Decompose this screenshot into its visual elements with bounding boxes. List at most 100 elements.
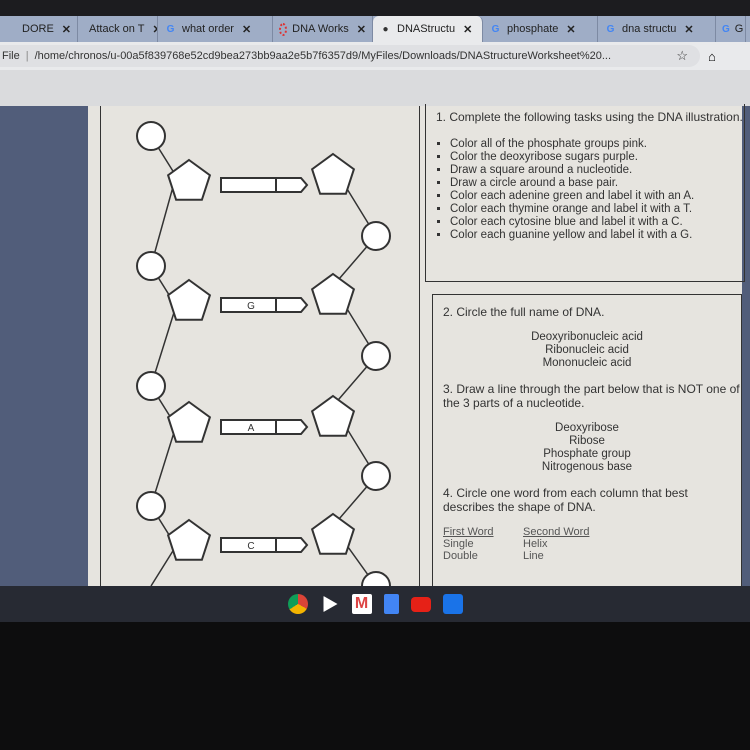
- word: Double: [443, 550, 478, 562]
- questions-box: 2. Circle the full name of DNA. Deoxyrib…: [432, 294, 742, 594]
- deoxyribose-pentagon: [166, 278, 212, 321]
- deoxyribose-pentagon: [310, 272, 356, 315]
- monitor-bezel: [0, 0, 750, 16]
- tab[interactable]: Gwhat order ✕: [158, 16, 273, 42]
- phosphate-circle: [136, 371, 166, 401]
- url-text: /home/chronos/u-00a5f839768e52cd9bea273b…: [34, 50, 612, 62]
- deoxyribose-pentagon: [310, 394, 356, 437]
- word: Single: [443, 538, 474, 550]
- q4-columns: First Word Single Double Second Word Hel…: [443, 526, 741, 562]
- chrome-icon[interactable]: [287, 594, 308, 614]
- google-icon: G: [722, 23, 730, 35]
- column-header: Second Word: [523, 526, 590, 538]
- base-label: G: [247, 301, 255, 312]
- scheme-label: File: [2, 50, 20, 62]
- base-connector: [275, 297, 309, 313]
- extension-icon[interactable]: ⌂: [708, 49, 716, 64]
- column-header: First Word: [443, 526, 494, 538]
- q3-title: 3. Draw a line through the part below th…: [443, 382, 740, 410]
- tab[interactable]: Gdna structu ✕: [598, 16, 716, 42]
- tab[interactable]: ● DNAStructu ✕: [373, 16, 483, 42]
- google-icon: G: [491, 23, 500, 35]
- phosphate-circle: [361, 461, 391, 491]
- task-item: Color the deoxyribose sugars purple.: [450, 151, 744, 164]
- task-list: Color all of the phosphate groups pink.C…: [450, 138, 744, 242]
- monitor-bezel: [0, 622, 750, 750]
- tab-title: G: [734, 23, 744, 35]
- tab[interactable]: DNA Works ✕: [273, 16, 373, 42]
- tab-title: dna structu: [622, 23, 677, 35]
- q2-options: Deoxyribonucleic acid Ribonucleic acid Mon…: [433, 331, 741, 370]
- q3-options: Deoxyribose Ribose Phosphate group Nitrogen…: [433, 422, 741, 474]
- tab-title: Attack on T: [89, 23, 145, 35]
- answer-option: Phosphate group: [543, 448, 631, 460]
- phosphate-circle: [361, 571, 391, 601]
- deoxyribose-pentagon: [310, 512, 356, 555]
- base-label: C: [247, 541, 254, 552]
- q1-title: 1. Complete the following tasks using th…: [436, 110, 743, 124]
- base-connector: [275, 177, 309, 193]
- second-word-column: Second Word Helix Line: [523, 526, 603, 562]
- close-tab-icon[interactable]: ✕: [566, 23, 575, 36]
- word: Line: [523, 550, 544, 562]
- phosphate-circle: [136, 251, 166, 281]
- answer-option: Deoxyribose: [555, 422, 619, 434]
- base-connector: [275, 537, 309, 553]
- play-store-icon[interactable]: [323, 596, 338, 612]
- tab-title: DNA Works: [292, 23, 349, 35]
- base-label: A: [248, 423, 255, 434]
- deoxyribose-pentagon: [166, 400, 212, 443]
- tab[interactable]: GG: [716, 16, 746, 42]
- answer-option: Ribose: [569, 435, 605, 447]
- close-tab-icon[interactable]: ✕: [242, 23, 251, 36]
- task-item: Color each guanine yellow and label it w…: [450, 229, 744, 242]
- task-item: Color each cytosine blue and label it wi…: [450, 216, 744, 229]
- tab-title: DNAStructu: [397, 23, 456, 35]
- answer-option: Nitrogenous base: [541, 461, 633, 473]
- deoxyribose-pentagon: [166, 158, 212, 201]
- os-shelf: M: [0, 586, 750, 622]
- youtube-icon[interactable]: [410, 596, 431, 612]
- files-icon[interactable]: [442, 594, 463, 614]
- worksheet-page: G A C 1. Complete the following tasks usin…: [88, 104, 745, 601]
- close-tab-icon[interactable]: ✕: [62, 23, 71, 36]
- tab[interactable]: DORE ✕: [0, 16, 78, 42]
- dna-diagram: G A C: [100, 106, 420, 601]
- toolbar: File | /home/chronos/u-00a5f839768e52cd9…: [0, 42, 750, 70]
- first-word-column: First Word Single Double: [443, 526, 523, 562]
- task-item: Color all of the phosphate groups pink.: [450, 138, 744, 151]
- deoxyribose-pentagon: [166, 518, 212, 561]
- base-rect: [220, 177, 277, 193]
- close-tab-icon[interactable]: ✕: [684, 23, 693, 36]
- answer-option: Mononucleic acid: [542, 357, 632, 369]
- tab-title: DORE: [22, 23, 54, 35]
- answer-option: Deoxyribonucleic acid: [531, 331, 643, 343]
- task-item: Draw a circle around a base pair.: [450, 177, 744, 190]
- gmail-icon[interactable]: M: [351, 594, 372, 614]
- task-item: Color each thymine orange and label it w…: [450, 203, 744, 216]
- question-1-box: 1. Complete the following tasks using th…: [425, 104, 745, 282]
- phosphate-circle: [136, 491, 166, 521]
- bookmark-star-icon[interactable]: ☆: [676, 48, 688, 64]
- answer-option: Ribonucleic acid: [545, 344, 629, 356]
- phosphate-circle: [361, 221, 391, 251]
- tab-title: phosphate: [507, 23, 559, 35]
- dna-illustration: G A C: [136, 121, 391, 601]
- task-item: Color each adenine green and label it wi…: [450, 190, 744, 203]
- deoxyribose-pentagon: [310, 152, 356, 195]
- loading-icon: [279, 22, 288, 36]
- close-tab-icon[interactable]: ✕: [357, 23, 366, 36]
- google-icon: G: [166, 23, 175, 35]
- q4-title: 4. Circle one word from each column that…: [443, 486, 688, 514]
- docs-icon[interactable]: [383, 594, 399, 614]
- tab[interactable]: Gphosphate ✕: [483, 16, 598, 42]
- q2-title: 2. Circle the full name of DNA.: [443, 305, 605, 319]
- pdf-viewer-margin: [0, 70, 750, 106]
- globe-icon: ●: [382, 23, 389, 35]
- separator: |: [25, 50, 29, 62]
- close-tab-icon[interactable]: ✕: [463, 23, 472, 36]
- viewer-background: [0, 106, 88, 586]
- address-bar[interactable]: File | /home/chronos/u-00a5f839768e52cd9…: [0, 45, 700, 67]
- tab[interactable]: Attack on T✕: [78, 16, 158, 42]
- task-item: Draw a square around a nucleotide.: [450, 164, 744, 177]
